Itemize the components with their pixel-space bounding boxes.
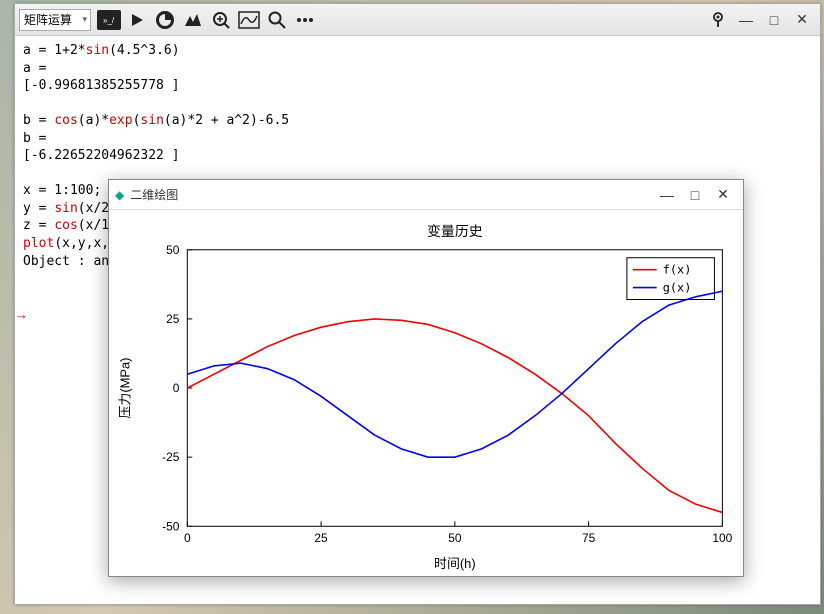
minimize-button[interactable]: — bbox=[732, 6, 760, 34]
plot-minimize-button[interactable]: — bbox=[653, 181, 681, 209]
svg-text:»_/: »_/ bbox=[103, 16, 115, 25]
more-icon[interactable] bbox=[291, 6, 319, 34]
chart-svg: 0 25 50 75 100 -50 -25 0 25 50 变量历史时间(h) 压力(MPa) f(x… bbox=[109, 210, 743, 576]
console-line: a = bbox=[23, 60, 812, 78]
search-icon[interactable] bbox=[263, 6, 291, 34]
console-line: [-0.99681385255778 ] bbox=[23, 77, 812, 95]
svg-text:50: 50 bbox=[448, 531, 462, 545]
toolbar: 矩阵运算 »_/ — □ ✕ bbox=[15, 4, 820, 36]
app-gem-icon: ◆ bbox=[115, 188, 124, 202]
plot-maximize-button[interactable]: □ bbox=[681, 181, 709, 209]
curve-icon[interactable] bbox=[235, 6, 263, 34]
svg-text:0: 0 bbox=[184, 531, 191, 545]
plot-close-button[interactable]: ✕ bbox=[709, 181, 737, 209]
svg-text:-25: -25 bbox=[162, 450, 180, 464]
console-line: b = bbox=[23, 130, 812, 148]
maximize-button[interactable]: □ bbox=[760, 6, 788, 34]
mode-dropdown[interactable]: 矩阵运算 bbox=[19, 9, 91, 31]
mountain-icon[interactable] bbox=[179, 6, 207, 34]
pin-icon[interactable] bbox=[704, 6, 732, 34]
plot-area: 0 25 50 75 100 -50 -25 0 25 50 变量历史时间(h) 压力(MPa) f(x… bbox=[109, 210, 743, 576]
zoom-plot-icon[interactable] bbox=[207, 6, 235, 34]
console-line: [-6.22652204962322 ] bbox=[23, 147, 812, 165]
series-f(x) bbox=[187, 319, 722, 513]
svg-text:100: 100 bbox=[712, 531, 732, 545]
plot-window: ◆ 二维绘图 — □ ✕ 0 25 50 75 100 -50 -25 0 25 50 变量历史时间… bbox=[108, 179, 744, 577]
console-line: a = 1+2*sin(4.5^3.6) bbox=[23, 42, 812, 60]
svg-text:75: 75 bbox=[582, 531, 596, 545]
svg-text:-50: -50 bbox=[162, 519, 180, 533]
prompt-arrow-icon: → bbox=[15, 307, 28, 322]
chart-ylabel: 压力(MPa) bbox=[118, 358, 133, 419]
console-line bbox=[23, 95, 812, 113]
svg-text:g(x): g(x) bbox=[663, 281, 692, 295]
console-line: b = cos(a)*exp(sin(a)*2 + a^2)-6.5 bbox=[23, 112, 812, 130]
svg-text:0: 0 bbox=[173, 381, 180, 395]
series-g(x) bbox=[187, 291, 722, 457]
svg-text:50: 50 bbox=[166, 243, 180, 257]
pie-icon[interactable] bbox=[151, 6, 179, 34]
console-icon[interactable]: »_/ bbox=[97, 10, 121, 30]
svg-text:25: 25 bbox=[166, 312, 180, 326]
plot-window-title: 二维绘图 bbox=[130, 186, 178, 203]
svg-text:f(x): f(x) bbox=[663, 263, 692, 277]
svg-text:25: 25 bbox=[314, 531, 328, 545]
plot-titlebar[interactable]: ◆ 二维绘图 — □ ✕ bbox=[109, 180, 743, 210]
mode-dropdown-label: 矩阵运算 bbox=[24, 11, 72, 28]
close-button[interactable]: ✕ bbox=[788, 6, 816, 34]
play-icon[interactable] bbox=[123, 6, 151, 34]
chart-xlabel: 时间(h) bbox=[434, 556, 476, 571]
chart-title: 变量历史 bbox=[427, 223, 483, 239]
